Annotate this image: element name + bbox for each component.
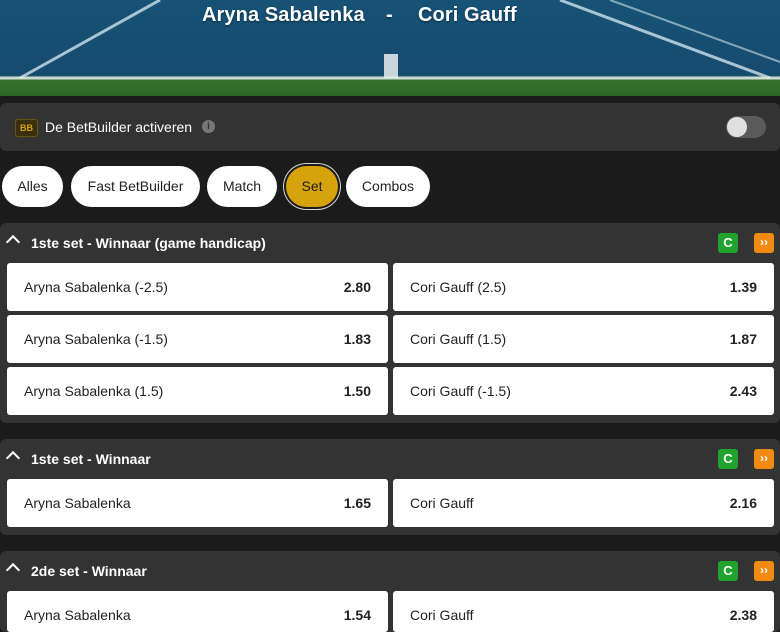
info-icon[interactable]: i [202, 120, 215, 133]
odd-button[interactable]: Cori Gauff (1.5) 1.87 [393, 315, 774, 363]
boost-icon[interactable]: ›› [754, 449, 774, 469]
odd-button[interactable]: Aryna Sabalenka 1.54 [7, 591, 388, 632]
odd-value: 1.65 [343, 495, 371, 511]
player1-name: Aryna Sabalenka [202, 4, 365, 26]
selection-label: Aryna Sabalenka (-1.5) [24, 331, 168, 347]
betbuilder-badge-icon: BB [15, 119, 38, 137]
odd-button[interactable]: Aryna Sabalenka (-2.5) 2.80 [7, 263, 388, 311]
odd-button[interactable]: Cori Gauff 2.38 [393, 591, 774, 632]
player2-name: Cori Gauff [418, 4, 517, 26]
selection-label: Aryna Sabalenka (-2.5) [24, 279, 168, 295]
chevron-up-icon[interactable] [5, 562, 21, 578]
toggle-knob [727, 117, 747, 137]
market-header[interactable]: 1ste set - Winnaar C ›› [0, 439, 780, 479]
tab-match[interactable]: Match [207, 166, 277, 207]
market-header[interactable]: 2de set - Winnaar C ›› [0, 551, 780, 591]
cashout-icon[interactable]: C [718, 233, 738, 253]
odd-value: 2.16 [729, 495, 757, 511]
tab-combos[interactable]: Combos [346, 166, 430, 207]
cashout-icon[interactable]: C [718, 561, 738, 581]
odd-button[interactable]: Cori Gauff 2.16 [393, 479, 774, 527]
chevron-up-icon[interactable] [5, 234, 21, 250]
odd-value: 1.50 [343, 383, 371, 399]
odd-value: 2.43 [729, 383, 757, 399]
betbuilder-toggle[interactable] [726, 116, 766, 138]
selection-label: Cori Gauff (-1.5) [410, 383, 511, 399]
chevron-up-icon[interactable] [5, 450, 21, 466]
match-header-banner: Aryna Sabalenka - Cori Gauff [0, 0, 780, 96]
tab-set[interactable]: Set [286, 166, 338, 207]
market-1st-set-winner: 1ste set - Winnaar C ›› Aryna Sabalenka … [0, 439, 780, 535]
selection-label: Cori Gauff (2.5) [410, 279, 507, 295]
odd-button[interactable]: Aryna Sabalenka (-1.5) 1.83 [7, 315, 388, 363]
market-title: 1ste set - Winnaar (game handicap) [31, 235, 266, 251]
odd-value: 2.80 [343, 279, 371, 295]
betbuilder-label: De BetBuilder activeren [45, 119, 193, 135]
odd-button[interactable]: Cori Gauff (2.5) 1.39 [393, 263, 774, 311]
odd-value: 1.83 [343, 331, 371, 347]
odd-button[interactable]: Aryna Sabalenka 1.65 [7, 479, 388, 527]
odd-value: 1.87 [729, 331, 757, 347]
market-2nd-set-winner: 2de set - Winnaar C ›› Aryna Sabalenka 1… [0, 551, 780, 632]
boost-icon[interactable]: ›› [754, 561, 774, 581]
tab-fast-betbuilder[interactable]: Fast BetBuilder [71, 166, 200, 207]
market-title: 2de set - Winnaar [31, 563, 147, 579]
tab-alles[interactable]: Alles [2, 166, 63, 207]
selection-label: Cori Gauff (1.5) [410, 331, 507, 347]
odd-button[interactable]: Cori Gauff (-1.5) 2.43 [393, 367, 774, 415]
selection-label: Aryna Sabalenka [24, 607, 131, 623]
boost-icon[interactable]: ›› [754, 233, 774, 253]
title-separator: - [386, 4, 393, 26]
odd-value: 2.38 [729, 607, 757, 623]
odd-button[interactable]: Aryna Sabalenka (1.5) 1.50 [7, 367, 388, 415]
selection-label: Aryna Sabalenka [24, 495, 131, 511]
market-header[interactable]: 1ste set - Winnaar (game handicap) C ›› [0, 223, 780, 263]
betbuilder-row: BB De BetBuilder activeren [0, 103, 780, 151]
odd-value: 1.54 [343, 607, 371, 623]
selection-label: Cori Gauff [410, 607, 474, 623]
selection-label: Aryna Sabalenka (1.5) [24, 383, 164, 399]
market-1st-set-handicap: 1ste set - Winnaar (game handicap) C ›› … [0, 223, 780, 423]
market-title: 1ste set - Winnaar [31, 451, 151, 467]
selection-label: Cori Gauff [410, 495, 474, 511]
cashout-icon[interactable]: C [718, 449, 738, 469]
odd-value: 1.39 [729, 279, 757, 295]
